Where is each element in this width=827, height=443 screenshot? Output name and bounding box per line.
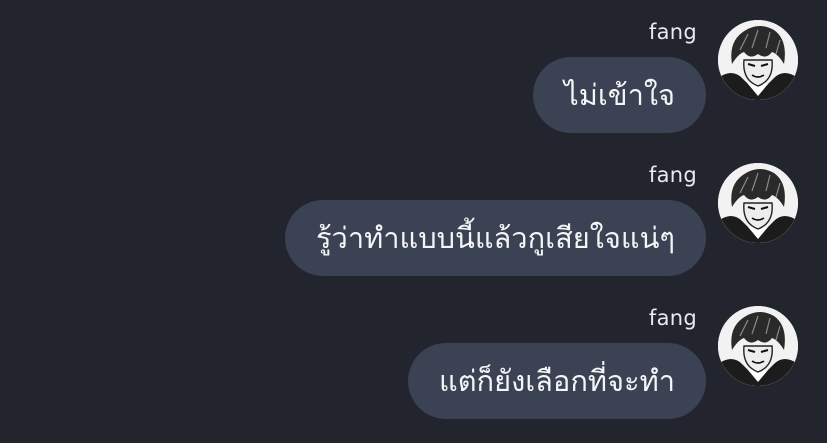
- user-avatar-icon[interactable]: [718, 306, 798, 386]
- message-bubble[interactable]: แต่ก็ยังเลือกที่จะทำ: [408, 343, 706, 419]
- user-avatar-icon[interactable]: [718, 20, 798, 100]
- message-row: fang ไม่เข้าใจ: [0, 0, 827, 133]
- sender-name: fang: [648, 306, 697, 330]
- sender-name: fang: [648, 20, 697, 44]
- sender-name: fang: [648, 163, 697, 187]
- user-avatar-icon[interactable]: [718, 163, 798, 243]
- message-row: fang รู้ว่าทำแบบนี้แล้วกูเสียใจแน่ๆ: [0, 143, 827, 276]
- message-bubble[interactable]: รู้ว่าทำแบบนี้แล้วกูเสียใจแน่ๆ: [284, 200, 706, 276]
- message-bubble[interactable]: ไม่เข้าใจ: [533, 57, 706, 133]
- message-row: fang แต่ก็ยังเลือกที่จะทำ: [0, 286, 827, 419]
